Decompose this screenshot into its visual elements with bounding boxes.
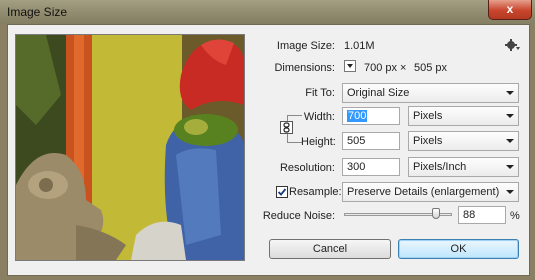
reduce-noise-input[interactable]: 88	[458, 206, 506, 224]
fit-to-value: Original Size	[347, 87, 410, 99]
dimensions-times: ×	[400, 62, 407, 74]
checkmark-icon	[277, 188, 287, 196]
close-icon: x	[506, 2, 514, 16]
fit-to-select[interactable]: Original Size	[342, 83, 519, 103]
close-button[interactable]: x	[488, 0, 532, 20]
gear-icon[interactable]	[505, 38, 521, 52]
reduce-noise-value: 88	[463, 209, 476, 221]
width-label: Width:	[303, 111, 335, 123]
height-label: Height:	[301, 136, 336, 148]
height-input[interactable]: 505	[342, 132, 400, 150]
resolution-input[interactable]: 300	[342, 158, 400, 176]
dimensions-menu-button[interactable]	[344, 60, 356, 72]
image-size-dialog: Image Size x Image Size: 1.01M Dimension…	[0, 0, 535, 280]
height-unit-value: Pixels	[413, 135, 443, 147]
resample-checkbox[interactable]	[276, 186, 288, 198]
width-value: 700	[347, 110, 368, 122]
chevron-down-icon	[506, 91, 514, 95]
slider-thumb[interactable]	[432, 208, 440, 219]
resolution-unit-select[interactable]: Pixels/Inch	[408, 157, 519, 177]
fit-to-label: Fit To:	[305, 87, 335, 99]
image-preview[interactable]	[15, 34, 245, 261]
window-title: Image Size	[7, 5, 68, 19]
title-bar[interactable]: Image Size x	[0, 0, 535, 24]
height-unit-select[interactable]: Pixels	[408, 131, 519, 151]
width-unit-select[interactable]: Pixels	[408, 106, 519, 126]
dialog-body: Image Size: 1.01M Dimensions: 700 px × 5…	[7, 24, 530, 276]
reduce-noise-slider[interactable]	[344, 208, 452, 219]
dimensions-label: Dimensions:	[274, 62, 335, 74]
ok-button-label: OK	[450, 243, 467, 255]
chevron-down-icon	[506, 165, 514, 169]
chevron-down-icon	[506, 190, 514, 194]
resample-label: Resample:	[289, 186, 342, 198]
chevron-down-icon	[506, 114, 514, 118]
resolution-label: Resolution:	[279, 162, 335, 174]
resample-value: Preserve Details (enlargement)	[347, 186, 500, 198]
triangle-menu-icon	[347, 64, 353, 68]
resolution-unit-value: Pixels/Inch	[413, 161, 467, 173]
chain-link-icon[interactable]	[280, 121, 293, 134]
cancel-button-label: Cancel	[312, 243, 348, 255]
width-unit-value: Pixels	[413, 110, 443, 122]
reduce-noise-label: Reduce Noise:	[262, 210, 335, 222]
reduce-noise-unit: %	[510, 210, 520, 222]
ok-button[interactable]: OK	[398, 239, 519, 259]
cancel-button[interactable]: Cancel	[269, 239, 391, 259]
height-value: 505	[347, 135, 366, 147]
image-size-label: Image Size:	[276, 40, 335, 52]
dimensions-width: 700 px	[364, 62, 398, 74]
chevron-down-icon	[506, 139, 514, 143]
image-size-value: 1.01M	[344, 40, 375, 52]
resolution-value: 300	[347, 161, 366, 173]
dimensions-height: 505 px	[414, 62, 448, 74]
width-input[interactable]: 700	[342, 107, 400, 125]
resample-select[interactable]: Preserve Details (enlargement)	[342, 182, 519, 202]
